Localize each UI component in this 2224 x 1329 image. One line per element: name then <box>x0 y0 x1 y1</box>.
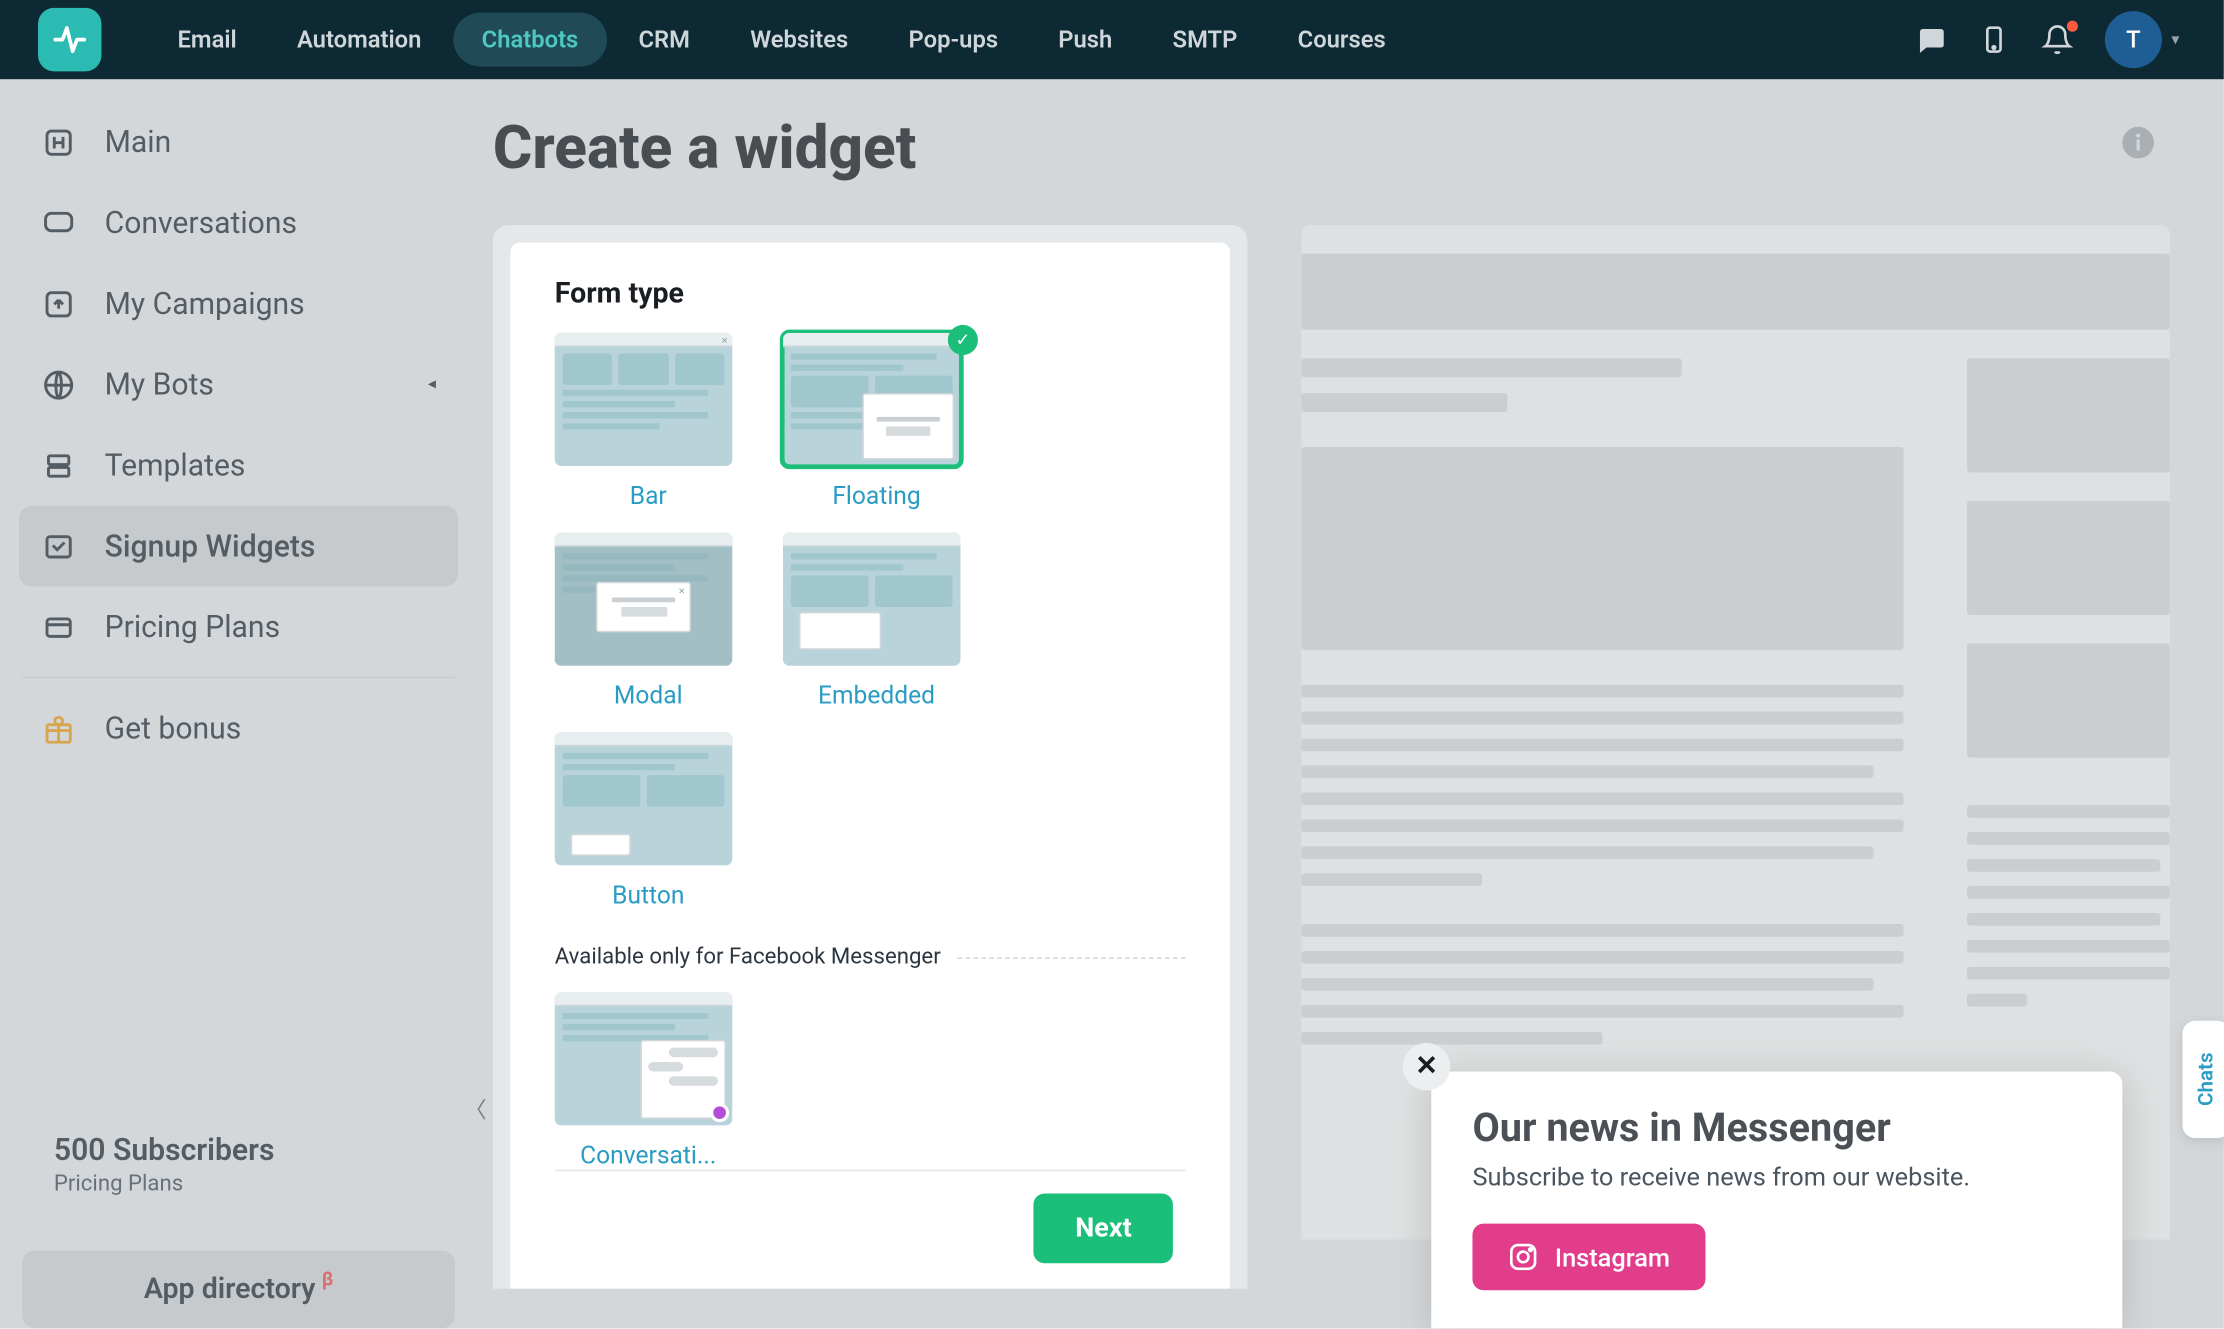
sidebar-item-templates[interactable]: Templates <box>19 425 458 506</box>
sidebar-item-label: Signup Widgets <box>105 528 316 564</box>
next-button[interactable]: Next <box>1034 1194 1173 1264</box>
card-footer: Next <box>555 1170 1186 1289</box>
page-title: Create a widget <box>493 114 2160 184</box>
form-option-bar[interactable]: × Bar <box>555 333 742 511</box>
instagram-label: Instagram <box>1555 1242 1670 1272</box>
sidebar-item-signup-widgets[interactable]: Signup Widgets <box>19 506 458 587</box>
messenger-popup: ✕ Our news in Messenger Subscribe to rec… <box>1431 1071 2122 1328</box>
sidebar-item-bots[interactable]: My Bots ◂ <box>19 344 458 425</box>
nav-automation[interactable]: Automation <box>268 13 450 67</box>
close-icon[interactable]: ✕ <box>1403 1043 1451 1091</box>
form-options: × Bar <box>555 333 1186 910</box>
sidebar-item-label: Main <box>105 124 172 160</box>
app-directory-label: App directory <box>144 1273 316 1306</box>
sidebar-item-label: My Campaigns <box>105 285 305 321</box>
user-menu[interactable]: T ▾ <box>2105 11 2180 68</box>
form-option-label: Button <box>555 881 742 910</box>
nav-push[interactable]: Push <box>1030 13 1141 67</box>
sidebar-item-conversations[interactable]: Conversations <box>19 182 458 263</box>
main-content: Create a widget Form type × <box>477 79 2224 1328</box>
form-option-label: Bar <box>555 482 742 511</box>
sidebar-item-label: Get bonus <box>105 710 242 746</box>
nav-popups[interactable]: Pop-ups <box>880 13 1027 67</box>
sidebar-item-campaigns[interactable]: My Campaigns <box>19 263 458 344</box>
messenger-title: Our news in Messenger <box>1472 1106 2081 1152</box>
form-option-embedded[interactable]: Embedded <box>783 533 970 711</box>
form-option-label: Floating <box>783 482 970 511</box>
nav-right: T ▾ <box>1915 11 2180 68</box>
top-navbar: Email Automation Chatbots CRM Websites P… <box>0 0 2224 79</box>
form-heading: Form type <box>555 277 1186 310</box>
nav-items: Email Automation Chatbots CRM Websites P… <box>149 13 1915 67</box>
chevron-down-icon: ▾ <box>2171 31 2179 48</box>
form-option-label: Modal <box>555 682 742 711</box>
nav-email[interactable]: Email <box>149 13 265 67</box>
chevron-left-icon: ◂ <box>428 376 436 393</box>
instagram-button[interactable]: Instagram <box>1472 1224 1704 1291</box>
sidebar-item-label: Templates <box>105 447 246 483</box>
instagram-icon <box>1507 1241 1539 1273</box>
form-card: Form type × Bar <box>510 243 1230 1289</box>
sidebar-item-main[interactable]: Main <box>19 101 458 182</box>
globe-icon <box>41 367 76 402</box>
sidebar-item-label: My Bots <box>105 366 214 402</box>
nav-smtp[interactable]: SMTP <box>1144 13 1266 67</box>
avatar: T <box>2105 11 2162 68</box>
fb-only-divider: Available only for Facebook Messenger <box>555 945 1186 970</box>
mobile-icon[interactable] <box>1978 24 2010 56</box>
home-icon <box>41 124 76 159</box>
nav-chatbots[interactable]: Chatbots <box>453 13 607 67</box>
card-icon <box>41 609 76 644</box>
chats-tab-label: Chats <box>2194 1053 2218 1107</box>
sidebar-item-label: Pricing Plans <box>105 609 281 645</box>
form-option-button[interactable]: Button <box>555 732 742 910</box>
widgets-icon <box>41 529 76 564</box>
form-option-floating[interactable]: ✓ Floating <box>783 333 970 511</box>
fb-only-label: Available only for Facebook Messenger <box>555 945 941 970</box>
check-icon: ✓ <box>948 325 978 355</box>
app-directory-button[interactable]: App directory β <box>22 1251 455 1329</box>
messages-icon[interactable] <box>1915 24 1947 56</box>
form-option-conversation[interactable]: Conversati... <box>555 992 742 1170</box>
brand-logo[interactable] <box>38 8 101 71</box>
gift-icon <box>41 711 76 746</box>
form-option-modal[interactable]: × Modal <box>555 533 742 711</box>
sidebar-item-bonus[interactable]: Get bonus <box>19 688 458 769</box>
messenger-subtitle: Subscribe to receive news from our websi… <box>1472 1162 2081 1192</box>
chat-icon <box>41 205 76 240</box>
sidebar: Main Conversations My Campaigns My Bots … <box>0 79 477 1328</box>
info-icon[interactable] <box>2119 124 2157 162</box>
divider <box>22 677 455 679</box>
beta-badge: β <box>322 1268 333 1290</box>
chats-tab[interactable]: Chats <box>2183 1021 2224 1138</box>
notification-dot <box>2067 21 2078 32</box>
nav-crm[interactable]: CRM <box>610 13 719 67</box>
subscriber-sub[interactable]: Pricing Plans <box>54 1171 445 1196</box>
sidebar-item-label: Conversations <box>105 204 297 240</box>
form-card-outer: Form type × Bar <box>493 225 1247 1289</box>
sidebar-item-pricing[interactable]: Pricing Plans <box>19 586 458 667</box>
subscriber-count: 500 Subscribers <box>54 1132 445 1168</box>
form-option-label: Conversati... <box>555 1141 742 1170</box>
upload-icon <box>41 286 76 321</box>
layers-icon <box>41 448 76 483</box>
nav-courses[interactable]: Courses <box>1269 13 1414 67</box>
nav-websites[interactable]: Websites <box>722 13 877 67</box>
bell-icon[interactable] <box>2041 24 2073 56</box>
form-option-label: Embedded <box>783 682 970 711</box>
